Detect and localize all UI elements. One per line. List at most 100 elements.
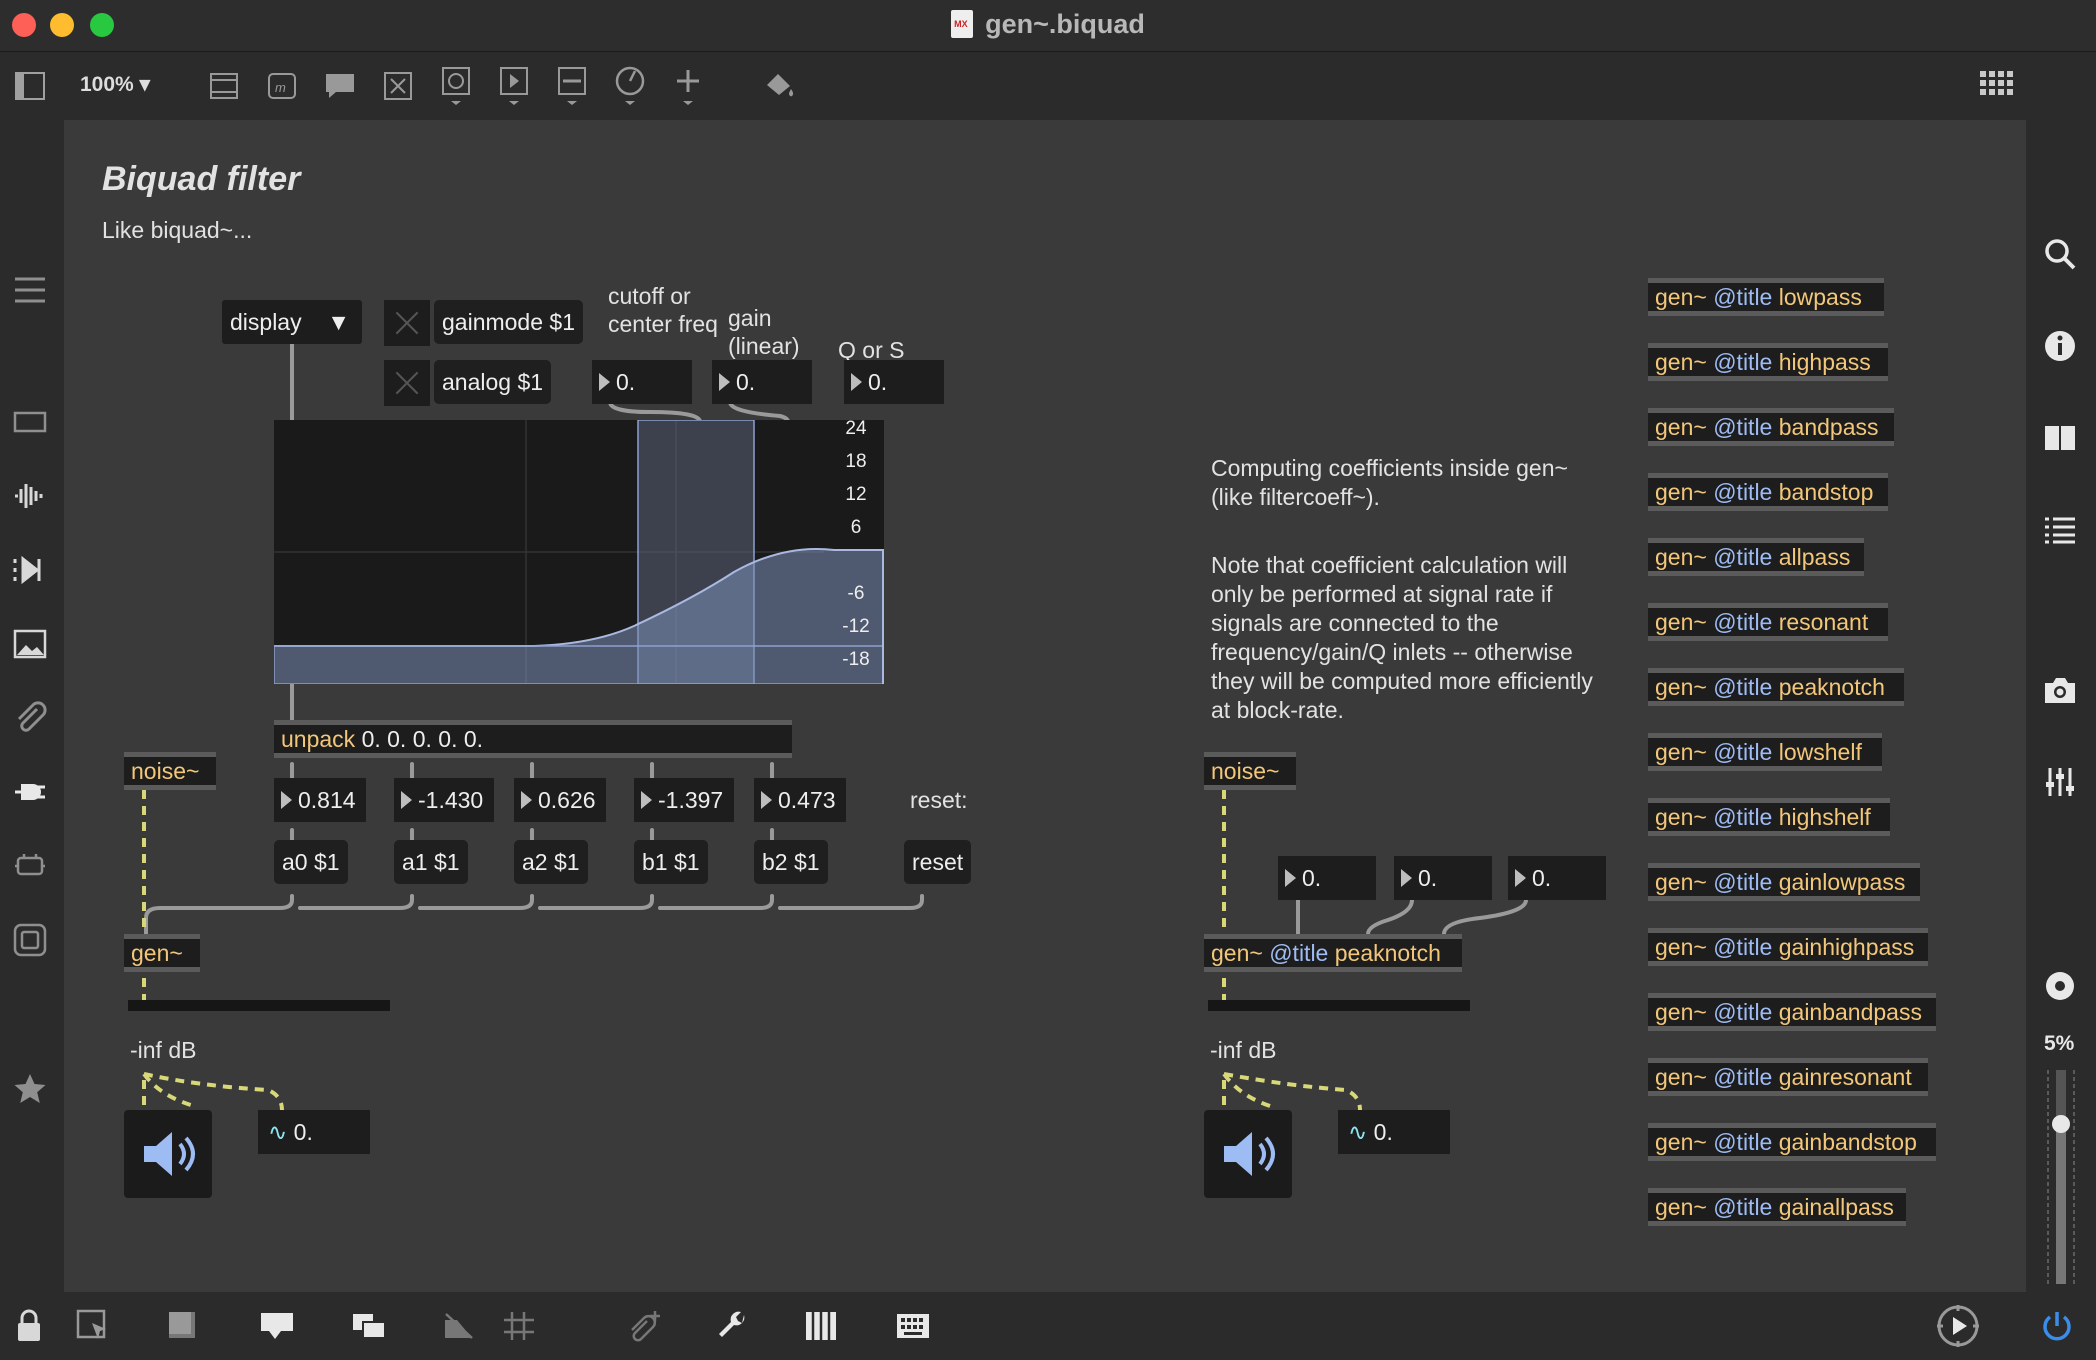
q-number[interactable]: 0. xyxy=(844,360,944,404)
gen-label: gen~ xyxy=(1655,999,1707,1025)
gainmode-message[interactable]: gainmode $1 xyxy=(434,300,583,344)
q-number-right[interactable]: 0. xyxy=(1508,856,1606,900)
level-db-left: -inf dB xyxy=(130,1037,197,1063)
grid-icon[interactable] xyxy=(498,1306,540,1346)
gen-object-left[interactable]: gen~ xyxy=(124,934,200,972)
freq-number-right[interactable]: 0. xyxy=(1278,856,1376,900)
noise-object-right[interactable]: noise~ xyxy=(1204,752,1296,790)
dsp-power-icon[interactable] xyxy=(2036,1306,2078,1346)
gen-peaknotch-object[interactable]: gen~ @title peaknotch xyxy=(1204,934,1462,972)
gain-number-right[interactable]: 0. xyxy=(1394,856,1492,900)
gain-label: gain (linear) xyxy=(728,305,800,359)
gen-title-allpass-object[interactable]: gen~ @title allpass xyxy=(1648,538,1864,576)
computer-keyboard-icon[interactable] xyxy=(892,1306,934,1346)
gen-label: gen~ xyxy=(1655,544,1707,570)
gen-attr: @title xyxy=(1713,934,1773,960)
patch-subtitle: Like biquad~... xyxy=(102,217,253,243)
gen-title: peaknotch xyxy=(1334,940,1441,966)
analog-message[interactable]: analog $1 xyxy=(434,360,552,404)
gen-attr: @title xyxy=(1713,349,1773,375)
gen-title-bandpass-object[interactable]: gen~ @title bandpass xyxy=(1648,408,1894,446)
b2-number[interactable]: 0.473 xyxy=(754,778,846,822)
tilde-icon: ∿ xyxy=(268,1119,288,1145)
a2-number[interactable]: 0.626 xyxy=(514,778,606,822)
ezdac-left[interactable] xyxy=(124,1110,212,1198)
display-menu[interactable]: display ▼ xyxy=(222,300,362,344)
hint-bubble-icon[interactable] xyxy=(256,1306,298,1346)
signal-number-left[interactable]: ∿ 0. xyxy=(258,1110,370,1154)
gen-attr: @title xyxy=(1713,999,1773,1025)
gen-label: gen~ xyxy=(1655,934,1707,960)
reset-message[interactable]: reset xyxy=(904,840,972,884)
noise-label: noise~ xyxy=(131,758,200,784)
a1-message[interactable]: a1 $1 xyxy=(394,840,468,884)
lock-icon[interactable] xyxy=(8,1306,50,1346)
gen-title-lowshelf-object[interactable]: gen~ @title lowshelf xyxy=(1648,733,1882,771)
gen-attr: @title xyxy=(1713,674,1773,700)
gen-title-highshelf-object[interactable]: gen~ @title highshelf xyxy=(1648,798,1890,836)
db-tick: 12 xyxy=(845,484,867,505)
gen-title: bandstop xyxy=(1778,479,1874,505)
gen-title: lowshelf xyxy=(1778,739,1862,765)
b1-number[interactable]: -1.397 xyxy=(634,778,734,822)
gen-label: gen~ xyxy=(1655,414,1707,440)
b1-message[interactable]: b1 $1 xyxy=(634,840,708,884)
noise-label: noise~ xyxy=(1211,758,1280,784)
a1-number[interactable]: -1.430 xyxy=(394,778,494,822)
speaker-icon xyxy=(144,1132,195,1176)
hide-cords-icon[interactable] xyxy=(438,1306,480,1346)
db-tick: -18 xyxy=(842,649,870,670)
gen-label: gen~ xyxy=(1211,940,1263,966)
gen-title: gainbandstop xyxy=(1778,1129,1917,1155)
gen-title-gainhighpass-object[interactable]: gen~ @title gainhighpass xyxy=(1648,928,1928,966)
gen-title: bandpass xyxy=(1778,414,1879,440)
transport-play-icon[interactable] xyxy=(1934,1305,1982,1347)
gainmode-toggle[interactable] xyxy=(384,300,430,346)
gen-title-resonant-object[interactable]: gen~ @title resonant xyxy=(1648,603,1888,641)
reset-label: reset: xyxy=(910,787,968,813)
display-menu-label: display xyxy=(230,309,302,335)
signal-number-right[interactable]: ∿ 0. xyxy=(1338,1110,1450,1154)
a0-number[interactable]: 0.814 xyxy=(274,778,366,822)
noise-object-left[interactable]: noise~ xyxy=(124,752,216,790)
b2-message[interactable]: b2 $1 xyxy=(754,840,828,884)
gen-title-gainallpass-object[interactable]: gen~ @title gainallpass xyxy=(1648,1188,1906,1226)
gain-number[interactable]: 0. xyxy=(712,360,812,404)
gen-title: highshelf xyxy=(1778,804,1871,830)
gen-title-gainresonant-object[interactable]: gen~ @title gainresonant xyxy=(1648,1058,1928,1096)
layers-icon[interactable] xyxy=(348,1306,390,1346)
unpack-object[interactable]: unpack 0. 0. 0. 0. 0. xyxy=(274,720,792,758)
a0-message[interactable]: a0 $1 xyxy=(274,840,348,884)
db-tick: 24 xyxy=(845,420,867,439)
gen-title: gainlowpass xyxy=(1778,869,1906,895)
a2-message[interactable]: a2 $1 xyxy=(514,840,588,884)
gen-attr: @title xyxy=(1713,414,1773,440)
signal-number-value: 0. xyxy=(1373,1119,1393,1145)
gen-title-bandstop-object[interactable]: gen~ @title bandstop xyxy=(1648,473,1888,511)
db-tick: 18 xyxy=(845,451,867,472)
gen-title-lowpass-object[interactable]: gen~ @title lowpass xyxy=(1648,278,1884,316)
gen-title-gainbandstop-object[interactable]: gen~ @title gainbandstop xyxy=(1648,1123,1936,1161)
gen-attr: @title xyxy=(1713,739,1773,765)
gen-title: gainresonant xyxy=(1778,1064,1912,1090)
gen-label: gen~ xyxy=(1655,609,1707,635)
presentation-select-icon[interactable] xyxy=(72,1306,114,1346)
gen-attr: @title xyxy=(1713,869,1773,895)
presentation-mode-icon[interactable] xyxy=(162,1306,204,1346)
piano-keyboard-icon[interactable] xyxy=(800,1306,842,1346)
add-attachment-icon[interactable] xyxy=(624,1306,666,1346)
gen-title-gainlowpass-object[interactable]: gen~ @title gainlowpass xyxy=(1648,863,1920,901)
gen-title: gainhighpass xyxy=(1778,934,1915,960)
analog-toggle[interactable] xyxy=(384,360,430,406)
gen-title-highpass-object[interactable]: gen~ @title highpass xyxy=(1648,343,1888,381)
gen-title-peaknotch-object[interactable]: gen~ @title peaknotch xyxy=(1648,668,1904,706)
filtergraph-plot xyxy=(274,420,884,684)
gen-title-gainbandpass-object[interactable]: gen~ @title gainbandpass xyxy=(1648,993,1936,1031)
chevron-down-icon: ▼ xyxy=(327,309,350,335)
wrench-icon[interactable] xyxy=(712,1306,754,1346)
unpack-name: unpack xyxy=(281,726,356,752)
ezdac-right[interactable] xyxy=(1204,1110,1292,1198)
gen-label: gen~ xyxy=(1655,674,1707,700)
filtergraph[interactable]: 24 18 12 6 -6 -12 -18 -24 xyxy=(274,420,884,684)
cutoff-number[interactable]: 0. xyxy=(592,360,692,404)
